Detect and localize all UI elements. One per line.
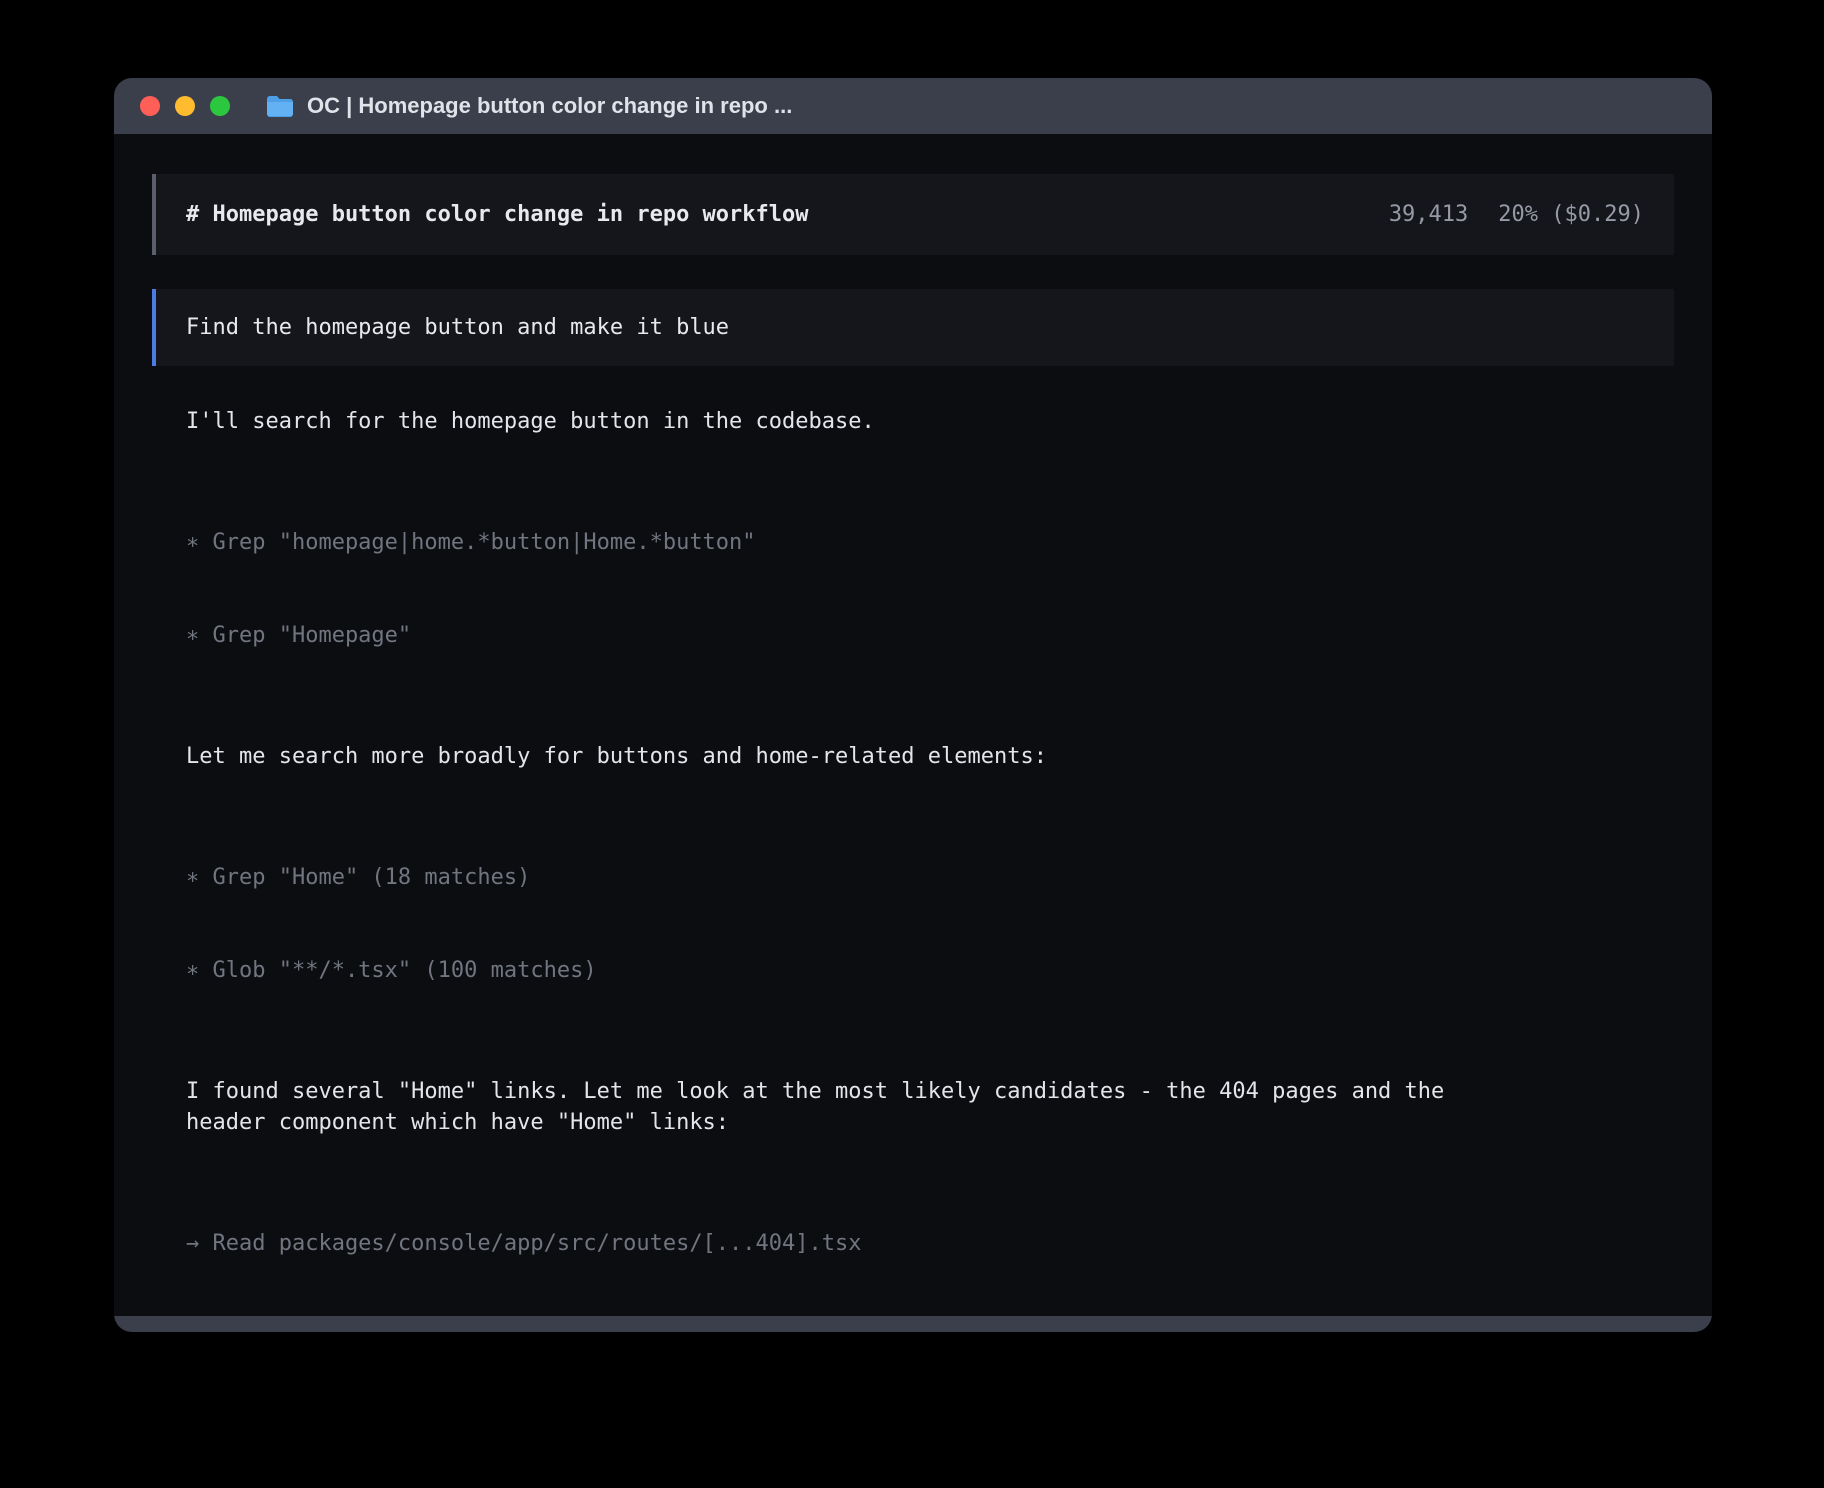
window-titlebar[interactable]: OC | Homepage button color change in rep… <box>114 78 1712 134</box>
context-usage: 20% ($0.29) <box>1498 202 1644 227</box>
tool-call-group: → Read packages/console/app/src/routes/[… <box>186 1166 1526 1332</box>
assistant-transcript: I'll search for the homepage button in t… <box>186 406 1526 1332</box>
tool-call-group: ∗ Grep "Home" (18 matches) ∗ Glob "**/*.… <box>186 800 1526 1048</box>
user-message: Find the homepage button and make it blu… <box>152 289 1674 366</box>
titlebar-title-group: OC | Homepage button color change in rep… <box>266 93 792 119</box>
grep-tool-call: ∗ Grep "Home" (18 matches) <box>186 862 1526 893</box>
tool-call-group: ∗ Grep "homepage|home.*button|Home.*butt… <box>186 465 1526 713</box>
read-tool-call: → Read packages/console/app/src/routes/[… <box>186 1228 1526 1259</box>
window-title: OC | Homepage button color change in rep… <box>307 93 792 119</box>
traffic-lights <box>140 96 230 116</box>
grep-tool-call: ∗ Grep "Homepage" <box>186 620 1526 651</box>
session-meta: 39,413 20% ($0.29) <box>1389 202 1644 227</box>
close-button[interactable] <box>140 96 160 116</box>
terminal-content: # Homepage button color change in repo w… <box>114 134 1712 1316</box>
folder-icon <box>266 95 294 117</box>
assistant-text: I found several "Home" links. Let me loo… <box>186 1076 1526 1138</box>
session-title: # Homepage button color change in repo w… <box>186 202 809 227</box>
token-count: 39,413 <box>1389 202 1468 227</box>
zoom-button[interactable] <box>210 96 230 116</box>
assistant-text: I'll search for the homepage button in t… <box>186 406 1526 437</box>
session-header: # Homepage button color change in repo w… <box>152 174 1674 255</box>
glob-tool-call: ∗ Glob "**/*.tsx" (100 matches) <box>186 955 1526 986</box>
assistant-text: Let me search more broadly for buttons a… <box>186 741 1526 772</box>
user-message-text: Find the homepage button and make it blu… <box>186 315 729 340</box>
grep-tool-call: ∗ Grep "homepage|home.*button|Home.*butt… <box>186 527 1526 558</box>
window-bottom-chrome <box>114 1316 1712 1332</box>
terminal-window: OC | Homepage button color change in rep… <box>114 78 1712 1332</box>
minimize-button[interactable] <box>175 96 195 116</box>
